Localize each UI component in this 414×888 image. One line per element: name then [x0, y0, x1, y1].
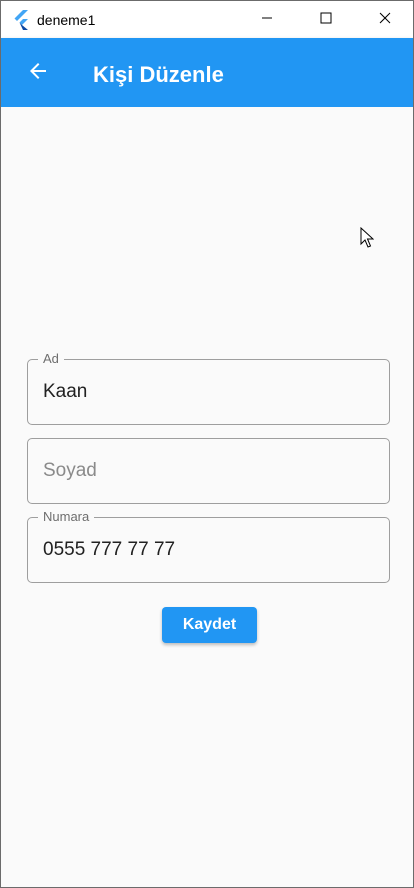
minimize-icon: [261, 11, 273, 29]
maximize-icon: [320, 11, 332, 29]
edit-contact-form: Ad Kaan Soyad Numara 0555 777 77 77 Kayd…: [1, 107, 413, 887]
save-button[interactable]: Kaydet: [162, 607, 257, 643]
window-titlebar[interactable]: deneme1: [1, 1, 413, 38]
flutter-logo-icon: [13, 10, 31, 30]
numara-field-label: Numara: [38, 509, 95, 525]
window-title: deneme1: [37, 12, 96, 28]
mouse-pointer-icon: [360, 226, 375, 249]
ad-field[interactable]: Ad Kaan: [27, 351, 390, 425]
minimize-button[interactable]: [244, 1, 290, 38]
app-window: deneme1 Kişi Düzenle Ad Kaan Soyad Numar…: [0, 0, 414, 888]
ad-field-value: Kaan: [43, 381, 88, 402]
close-button[interactable]: [362, 1, 408, 38]
page-title: Kişi Düzenle: [93, 62, 224, 87]
back-button[interactable]: [19, 54, 57, 92]
ad-field-label: Ad: [38, 351, 64, 367]
app-bar: Kişi Düzenle: [1, 38, 413, 107]
numara-field[interactable]: Numara 0555 777 77 77: [27, 509, 390, 583]
close-icon: [379, 11, 391, 29]
numara-field-value: 0555 777 77 77: [43, 539, 176, 560]
soyad-field[interactable]: Soyad: [27, 438, 390, 504]
arrow-back-icon: [26, 59, 50, 88]
soyad-field-placeholder: Soyad: [43, 460, 97, 481]
maximize-button[interactable]: [303, 1, 349, 38]
